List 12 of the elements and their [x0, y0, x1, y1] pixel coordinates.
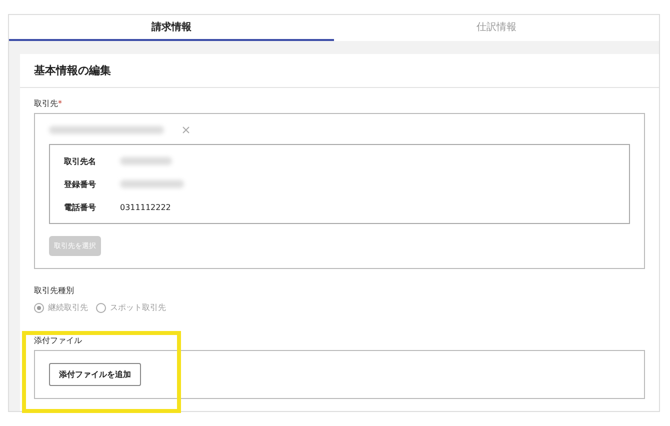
tab[interactable]: 請求情報: [9, 15, 334, 41]
detail-value: 0311112222: [120, 202, 171, 212]
close-icon[interactable]: [182, 126, 190, 134]
detail-label: 登録番号: [64, 178, 97, 190]
field-label: 取引先*: [34, 98, 63, 109]
section-title: 基本情報の編集: [20, 54, 659, 88]
detail-label: 電話番号: [64, 202, 97, 212]
detail-label: 取引先名: [64, 156, 97, 166]
tab[interactable]: 仕訳情報: [334, 15, 659, 41]
field-label: 添付ファイル: [34, 335, 83, 346]
field-label: 取引先種別: [34, 285, 75, 296]
add-attachment-button[interactable]: 添付ファイルを追加: [49, 363, 141, 386]
